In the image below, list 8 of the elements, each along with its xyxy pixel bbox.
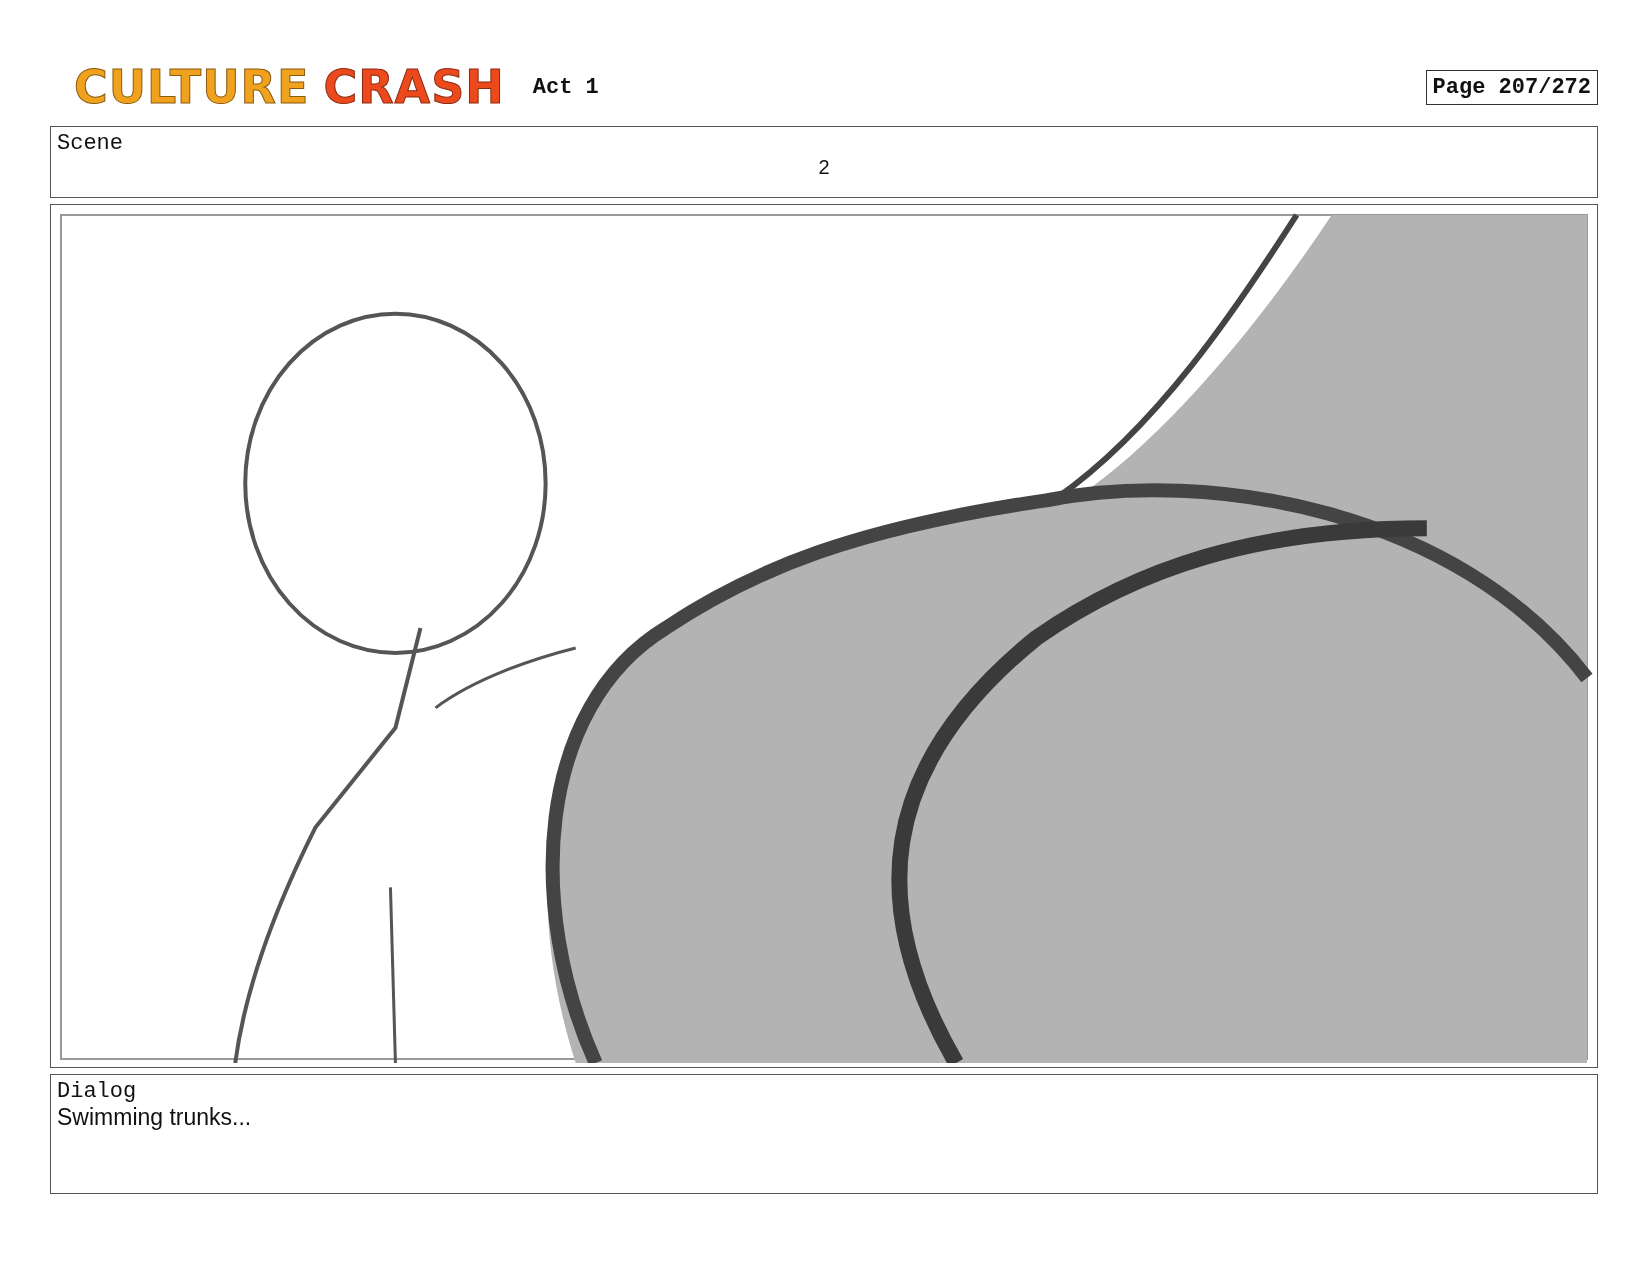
logo-text: CULTURE [74, 60, 310, 114]
logo-text: CRASH [323, 60, 505, 114]
scene-label: Scene [57, 131, 124, 156]
page-number: Page 207/272 [1425, 69, 1598, 105]
dialog-text: Swimming trunks... [57, 1104, 253, 1131]
scene-number: 2 [817, 156, 831, 179]
act-label: Act 1 [532, 74, 599, 100]
dialog-label: Dialog [57, 1079, 138, 1104]
